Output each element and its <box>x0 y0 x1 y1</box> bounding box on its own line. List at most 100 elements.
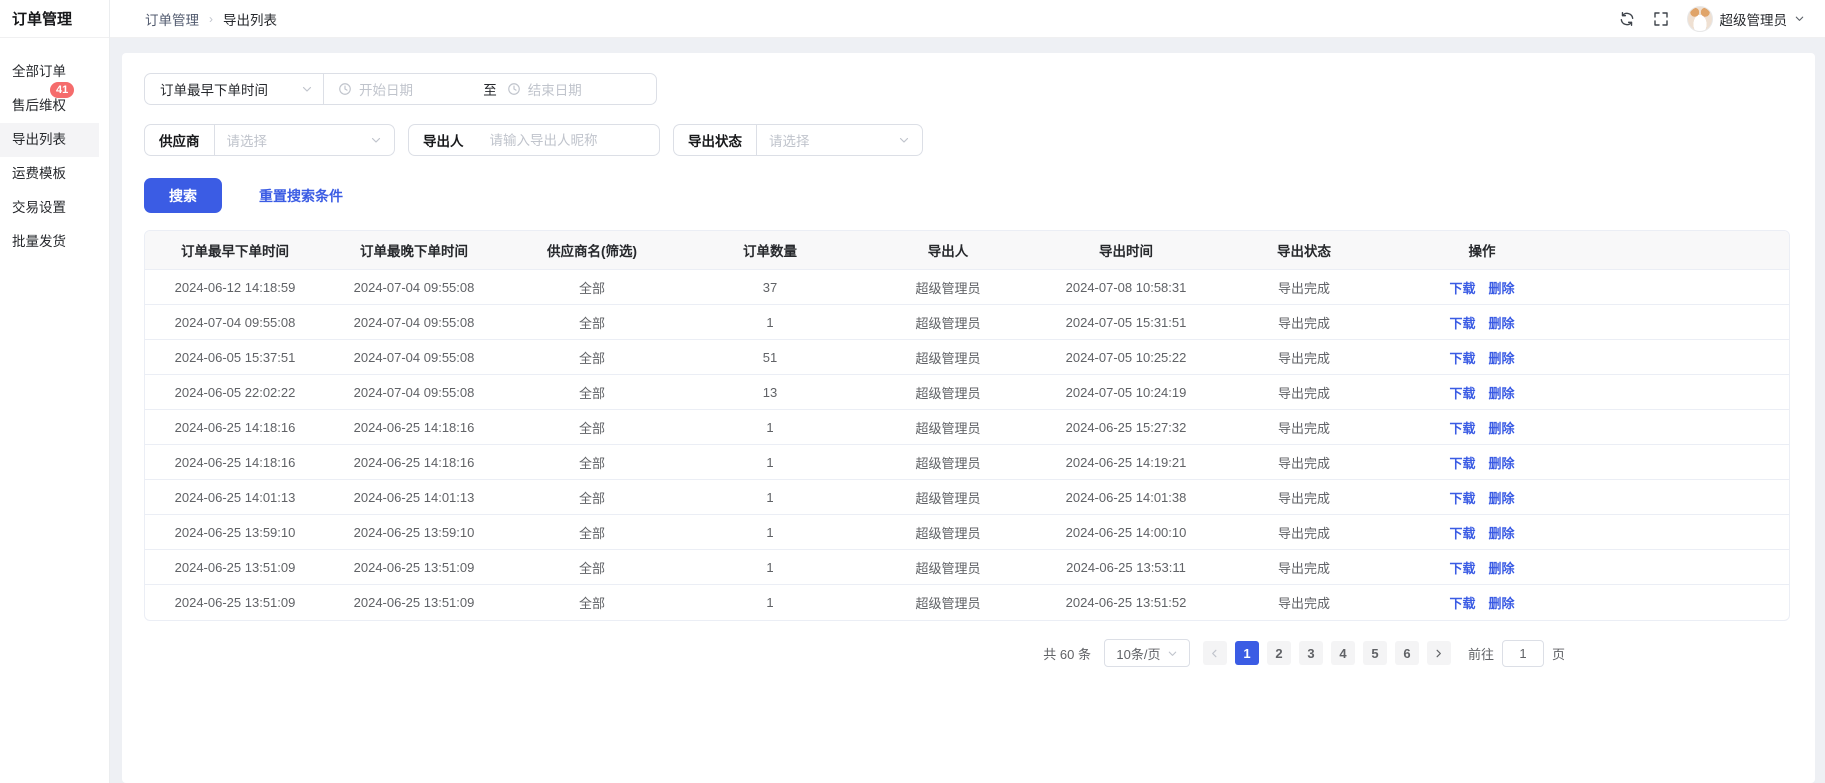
cell-supplier: 全部 <box>503 488 681 507</box>
cell-export-time: 2024-06-25 13:51:52 <box>1037 595 1215 610</box>
cell-export-time: 2024-06-25 14:01:38 <box>1037 490 1215 505</box>
exporter-filter-group: 导出人 <box>408 124 660 156</box>
table-row: 2024-06-25 13:59:10 2024-06-25 13:59:10 … <box>145 515 1789 550</box>
goto-page-input[interactable] <box>1502 640 1544 667</box>
delete-link[interactable]: 删除 <box>1489 523 1515 542</box>
search-button[interactable]: 搜索 <box>144 178 222 213</box>
total-count: 共 60 条 <box>1043 644 1091 663</box>
cell-order-count: 1 <box>681 560 859 575</box>
delete-link[interactable]: 删除 <box>1489 558 1515 577</box>
reset-search-link[interactable]: 重置搜索条件 <box>259 186 343 206</box>
cell-actions: 下载 删除 <box>1393 348 1571 367</box>
sidebar-item[interactable]: 交易设置 <box>0 191 109 225</box>
cell-export-status: 导出完成 <box>1215 523 1393 542</box>
delete-link[interactable]: 删除 <box>1489 453 1515 472</box>
delete-link[interactable]: 删除 <box>1489 313 1515 332</box>
supplier-select[interactable]: 请选择 <box>215 130 395 150</box>
cell-latest-time: 2024-07-04 09:55:08 <box>325 385 503 400</box>
cell-latest-time: 2024-06-25 14:18:16 <box>325 455 503 470</box>
exporter-input[interactable] <box>490 133 667 148</box>
page-button[interactable]: 2 <box>1267 641 1291 665</box>
cell-order-count: 1 <box>681 455 859 470</box>
column-header: 供应商名(筛选) <box>503 240 681 260</box>
cell-supplier: 全部 <box>503 383 681 402</box>
cell-earliest-time: 2024-06-25 13:59:10 <box>145 525 325 540</box>
prev-page-button[interactable] <box>1203 641 1227 665</box>
cell-latest-time: 2024-07-04 09:55:08 <box>325 315 503 330</box>
export-status-filter-group: 导出状态 请选择 <box>673 124 923 156</box>
fullscreen-icon[interactable] <box>1653 11 1669 27</box>
cell-actions: 下载 删除 <box>1393 383 1571 402</box>
cell-earliest-time: 2024-06-12 14:18:59 <box>145 280 325 295</box>
user-menu[interactable]: 超级管理员 <box>1687 6 1806 32</box>
delete-link[interactable]: 删除 <box>1489 278 1515 297</box>
chevron-left-icon <box>1209 648 1220 659</box>
sidebar-title: 订单管理 <box>12 8 72 29</box>
cell-export-status: 导出完成 <box>1215 453 1393 472</box>
cell-exporter: 超级管理员 <box>859 523 1037 542</box>
download-link[interactable]: 下载 <box>1449 558 1475 577</box>
count-badge: 41 <box>50 82 74 98</box>
download-link[interactable]: 下载 <box>1449 313 1475 332</box>
page-button[interactable]: 3 <box>1299 641 1323 665</box>
delete-link[interactable]: 删除 <box>1489 383 1515 402</box>
download-link[interactable]: 下载 <box>1449 453 1475 472</box>
export-status-select[interactable]: 请选择 <box>757 130 922 150</box>
table-header-row: 订单最早下单时间订单最晚下单时间供应商名(筛选)订单数量导出人导出时间导出状态操… <box>145 231 1789 270</box>
download-link[interactable]: 下载 <box>1449 383 1475 402</box>
page-button[interactable]: 5 <box>1363 641 1387 665</box>
download-link[interactable]: 下载 <box>1449 523 1475 542</box>
breadcrumb: 订单管理 › 导出列表 <box>145 9 277 29</box>
cell-latest-time: 2024-07-04 09:55:08 <box>325 280 503 295</box>
end-date-field[interactable]: 结束日期 <box>507 79 642 99</box>
cell-earliest-time: 2024-06-25 14:18:16 <box>145 420 325 435</box>
user-name: 超级管理员 <box>1720 9 1788 29</box>
end-date-placeholder: 结束日期 <box>528 79 582 99</box>
refresh-icon[interactable] <box>1619 11 1635 27</box>
next-page-button[interactable] <box>1427 641 1451 665</box>
cell-supplier: 全部 <box>503 558 681 577</box>
delete-link[interactable]: 删除 <box>1489 348 1515 367</box>
download-link[interactable]: 下载 <box>1449 593 1475 612</box>
chevron-right-icon <box>1433 648 1444 659</box>
sidebar-item[interactable]: 运费模板 <box>0 157 109 191</box>
sidebar-item[interactable]: 批量发货 <box>0 225 109 259</box>
page-button[interactable]: 6 <box>1395 641 1419 665</box>
start-date-field[interactable]: 开始日期 <box>338 79 473 99</box>
sidebar-item-label: 导出列表 <box>12 132 66 147</box>
page-size-select[interactable]: 10条/页 <box>1104 639 1190 667</box>
column-header: 订单最晚下单时间 <box>325 240 503 260</box>
time-type-select[interactable]: 订单最早下单时间 <box>145 79 323 99</box>
delete-link[interactable]: 删除 <box>1489 488 1515 507</box>
cell-earliest-time: 2024-06-25 13:51:09 <box>145 560 325 575</box>
sidebar-item[interactable]: 导出列表 <box>0 123 109 157</box>
cell-export-status: 导出完成 <box>1215 278 1393 297</box>
download-link[interactable]: 下载 <box>1449 278 1475 297</box>
cell-export-status: 导出完成 <box>1215 418 1393 437</box>
topbar: 订单管理 › 导出列表 超级管理员 <box>110 0 1825 38</box>
page-button[interactable]: 4 <box>1331 641 1355 665</box>
cell-exporter: 超级管理员 <box>859 558 1037 577</box>
cell-export-time: 2024-06-25 14:00:10 <box>1037 525 1215 540</box>
download-link[interactable]: 下载 <box>1449 348 1475 367</box>
cell-supplier: 全部 <box>503 278 681 297</box>
page-button[interactable]: 1 <box>1235 641 1259 665</box>
sidebar-menu: 全部订单 41 售后维权 导出列表 运费模板 交易设置 批量发货 <box>0 38 109 259</box>
avatar <box>1687 6 1713 32</box>
supplier-filter-group: 供应商 请选择 <box>144 124 395 156</box>
cell-earliest-time: 2024-06-05 15:37:51 <box>145 350 325 365</box>
delete-link[interactable]: 删除 <box>1489 593 1515 612</box>
delete-link[interactable]: 删除 <box>1489 418 1515 437</box>
breadcrumb-parent[interactable]: 订单管理 <box>145 9 199 29</box>
cell-export-time: 2024-07-08 10:58:31 <box>1037 280 1215 295</box>
page-size-value: 10条/页 <box>1116 644 1160 663</box>
cell-order-count: 1 <box>681 420 859 435</box>
exporter-label: 导出人 <box>409 130 478 150</box>
chevron-down-icon <box>1167 648 1178 659</box>
time-filter-group: 订单最早下单时间 开始日期 至 结束日期 <box>144 73 657 105</box>
sidebar-item[interactable]: 41 售后维权 <box>0 89 109 123</box>
cell-exporter: 超级管理员 <box>859 278 1037 297</box>
sidebar-item-label: 全部订单 <box>12 64 66 79</box>
download-link[interactable]: 下载 <box>1449 418 1475 437</box>
download-link[interactable]: 下载 <box>1449 488 1475 507</box>
